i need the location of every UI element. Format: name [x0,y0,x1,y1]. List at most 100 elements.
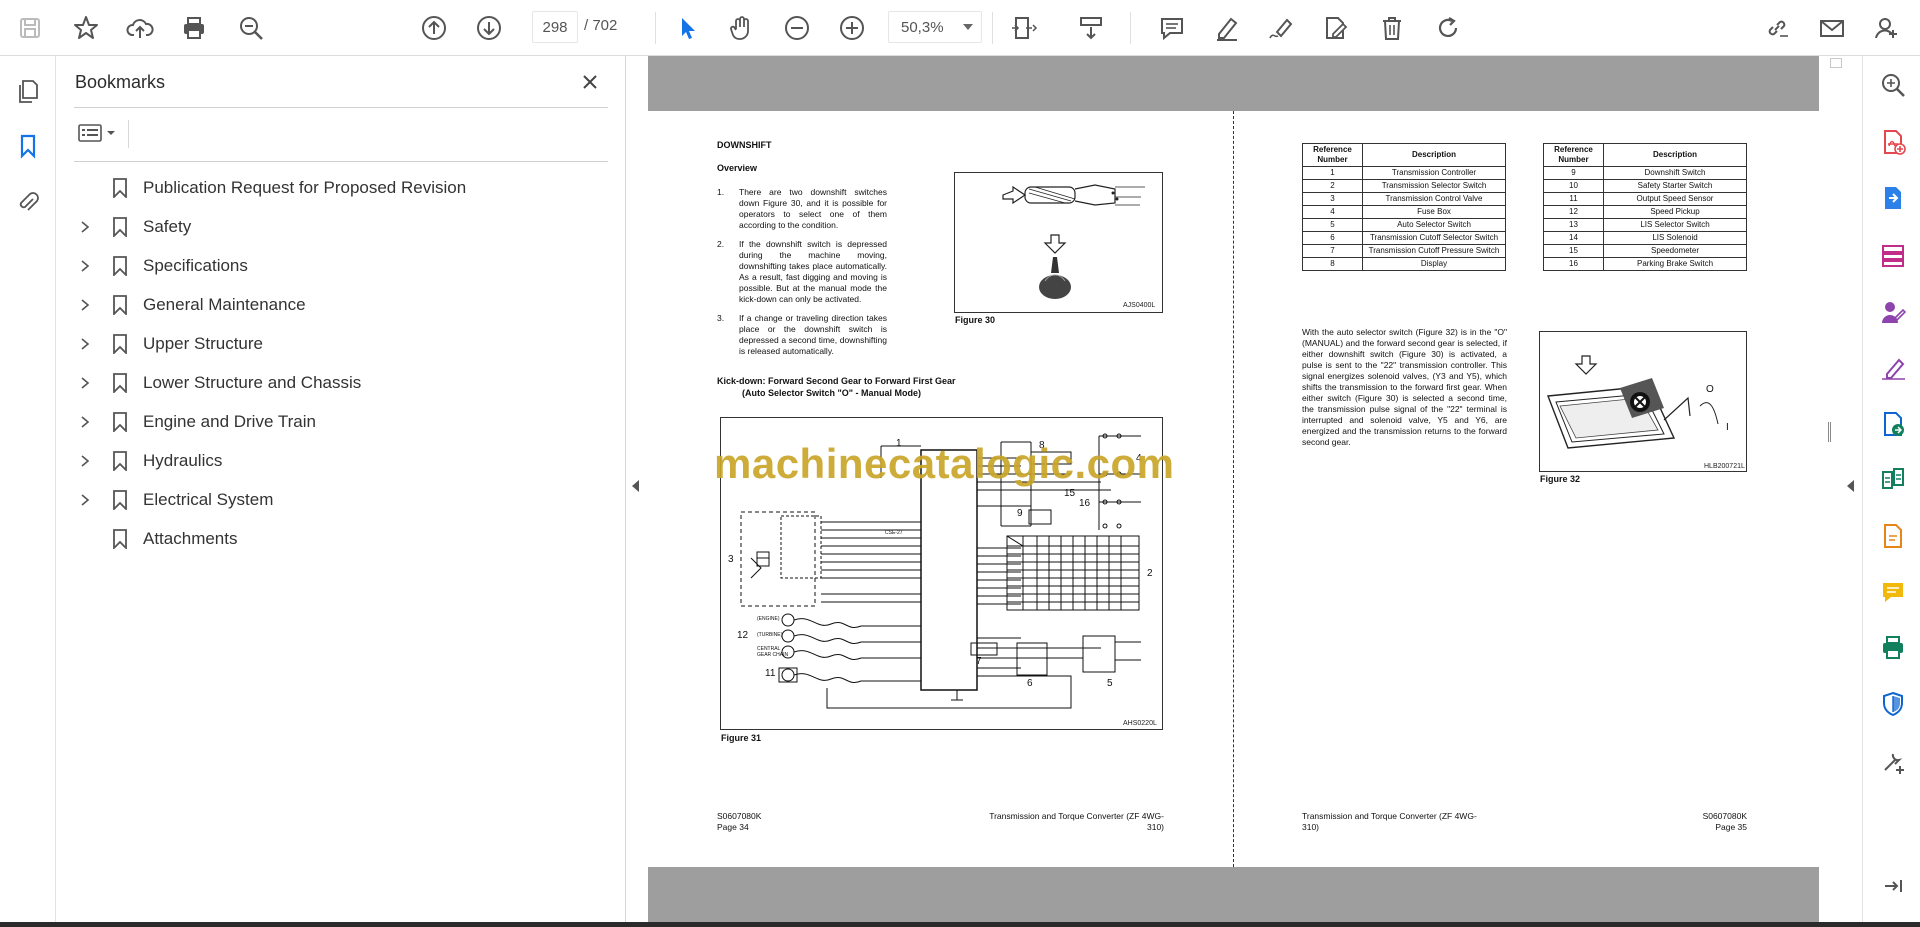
table-row: 14 LIS Solenoid [1543,231,1747,245]
bookmark-icon [112,489,128,511]
kickdown-subheading: (Auto Selector Switch "O" - Manual Mode) [742,388,922,398]
close-icon[interactable] [576,68,604,96]
star-icon[interactable] [66,8,106,48]
divider [74,161,608,162]
chevron-right-icon[interactable] [78,259,92,273]
reference-number-cell: 7 [1302,244,1363,258]
figure-code: AJS0400L [1123,302,1156,309]
page-thumbnails-icon[interactable] [10,73,46,109]
diagram-label: (ENGINE) [757,616,780,622]
list-options-icon [78,124,102,142]
page-number-input[interactable] [532,11,578,43]
list-item-text: If the downshift switch is depressed dur… [739,239,887,304]
draw-sign-icon[interactable] [1261,8,1301,48]
zoom-tool-icon[interactable] [1877,69,1909,101]
search-icon[interactable] [231,8,271,48]
collapse-left-panel-icon[interactable] [632,480,639,492]
bookmark-item[interactable]: Hydraulics [74,441,608,480]
hand-tool-icon[interactable] [721,8,761,48]
footer-chapter: Transmission and Torque Converter (ZF 4W… [989,811,1164,821]
cloud-upload-icon[interactable] [120,8,160,48]
table-row: 7 Transmission Cutoff Pressure Switch [1302,244,1506,258]
share-link-icon[interactable] [1757,8,1797,48]
bookmark-label: Attachments [143,528,238,548]
bookmark-list: Publication Request for Proposed Revisio… [74,168,608,558]
account-icon[interactable] [1867,8,1907,48]
bookmark-item[interactable]: Specifications [74,246,608,285]
main-toolbar: / 702 50,3% [0,0,1920,56]
diagram-label: 11 [765,668,776,679]
panel-resize-handle[interactable] [1828,422,1831,442]
comment-icon[interactable] [1152,8,1192,48]
section-subheading: Overview [717,163,758,173]
table-row: 9 Downshift Switch [1543,166,1747,180]
bookmarks-title: Bookmarks [75,72,166,92]
bookmark-item[interactable]: Publication Request for Proposed Revisio… [74,168,608,207]
chevron-right-icon[interactable] [78,415,92,429]
more-tools-icon[interactable] [1877,746,1909,778]
save-icon[interactable] [10,8,50,48]
reference-number-cell: 1 [1302,166,1363,180]
fit-page-icon[interactable] [1004,8,1044,48]
figure-32: O I HLB200721L [1539,331,1747,472]
create-pdf-icon[interactable] [1877,126,1909,158]
chevron-right-icon[interactable] [78,220,92,234]
description-cell: Speedometer [1603,244,1747,258]
description-cell: Speed Pickup [1603,205,1747,219]
bookmark-item[interactable]: General Maintenance [74,285,608,324]
chevron-right-icon[interactable] [78,298,92,312]
reference-table-2: Reference Number Description 9 Downshift … [1543,143,1747,271]
highlight-pen-icon[interactable] [1207,8,1247,48]
next-page-icon[interactable] [469,8,509,48]
bookmark-label: Safety [143,216,192,236]
chevron-right-icon[interactable] [78,454,92,468]
collapse-right-panel-icon[interactable] [1847,480,1854,492]
bookmark-item[interactable]: Lower Structure and Chassis [74,363,608,402]
chevron-right-icon[interactable] [78,376,92,390]
bookmark-item[interactable]: Electrical System [74,480,608,519]
bookmark-item[interactable]: Safety [74,207,608,246]
bookmark-item[interactable]: Engine and Drive Train [74,402,608,441]
select-cursor-icon[interactable] [667,8,707,48]
attachments-icon[interactable] [10,184,46,220]
previous-page-icon[interactable] [414,8,454,48]
collapse-tools-icon[interactable] [1877,870,1909,902]
delete-icon[interactable] [1372,8,1412,48]
bookmark-icon [112,333,128,355]
reference-number-cell: 14 [1543,231,1604,245]
protect-icon[interactable] [1877,688,1909,720]
bookmark-item[interactable]: Attachments [74,519,608,558]
zoom-in-icon[interactable] [832,8,872,48]
print-production-icon[interactable] [1877,632,1909,664]
table-header: Reference Number [1302,143,1363,167]
request-signature-icon[interactable] [1877,296,1909,328]
export-pdf-icon[interactable] [1877,182,1909,214]
bookmarks-panel-icon[interactable] [10,128,46,164]
reference-number-cell: 2 [1302,179,1363,193]
page-gap [648,56,1819,111]
rotate-icon[interactable] [1428,8,1468,48]
organize-pages-icon[interactable] [1877,240,1909,272]
zoom-select[interactable]: 50,3% [888,11,982,43]
compare-files-icon[interactable] [1877,464,1909,496]
comment-tool-icon[interactable] [1877,576,1909,608]
bookmark-item[interactable]: Upper Structure [74,324,608,363]
zoom-value: 50,3% [901,18,944,36]
print-icon[interactable] [174,8,214,48]
edit-pdf-icon[interactable] [1877,408,1909,440]
table-row: 12 Speed Pickup [1543,205,1747,219]
description-cell: Transmission Selector Switch [1362,179,1506,193]
scroll-mode-icon[interactable] [1071,8,1111,48]
email-icon[interactable] [1812,8,1852,48]
scroll-thumb[interactable] [1830,58,1842,68]
edit-text-icon[interactable] [1315,8,1355,48]
fill-sign-icon[interactable] [1877,352,1909,384]
bookmark-options-button[interactable] [74,118,120,148]
zoom-out-icon[interactable] [777,8,817,48]
description-cell: Transmission Control Valve [1362,192,1506,206]
description-cell: LIS Solenoid [1603,231,1747,245]
table-header: Description [1603,143,1747,167]
chevron-right-icon[interactable] [78,337,92,351]
export-document-icon[interactable] [1877,520,1909,552]
chevron-right-icon[interactable] [78,493,92,507]
